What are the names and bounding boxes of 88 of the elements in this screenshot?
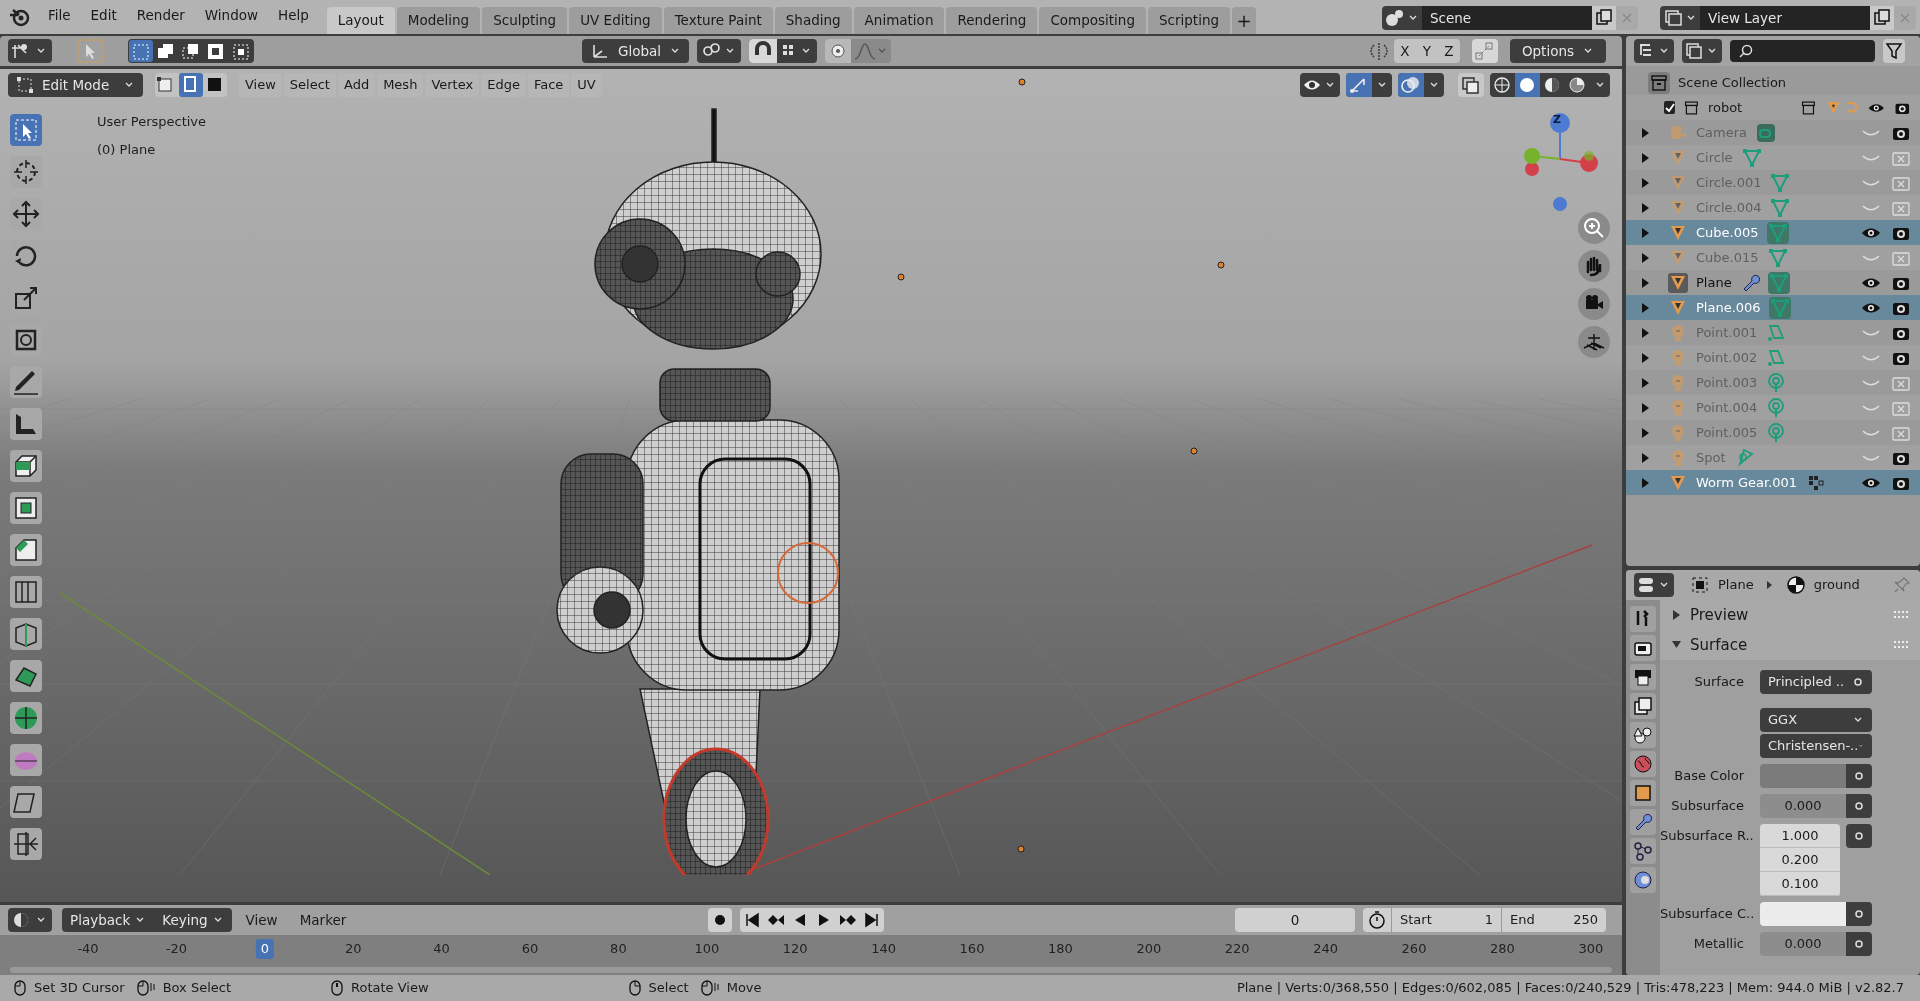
frame-number: 80: [609, 940, 628, 958]
frame-number: 300: [1577, 940, 1605, 958]
menu-button[interactable]: View: [237, 909, 286, 931]
menu-button[interactable]: Select: [283, 73, 336, 97]
frame-number: 200: [1135, 940, 1163, 958]
menu-item[interactable]: File: [38, 4, 81, 25]
field-label: Subsurface C..: [1660, 905, 1756, 923]
view-layer-field[interactable]: View Layer: [1700, 6, 1870, 30]
menu-item[interactable]: Window: [194, 4, 269, 25]
frame-number: 240: [1312, 940, 1339, 958]
start-frame-field[interactable]: Start 1: [1391, 908, 1501, 932]
gizmo-axis-label: Z: [1553, 114, 1561, 125]
scene-statistics: Plane | Verts:0/368,550 | Edges:0/602,085 | Faces:0/240,529 | Tris:478,223 | Mem: 944.0 MiB | v2.82.7: [1236, 979, 1904, 998]
workspace-tab[interactable]: Modeling: [396, 7, 481, 34]
outliner-item[interactable]: Plane: [1696, 272, 1732, 293]
outliner-item[interactable]: Cube.005: [1696, 222, 1759, 243]
menu-button[interactable]: Face: [527, 73, 570, 97]
field-label: Base Color: [1673, 767, 1745, 785]
number-field[interactable]: 0.000: [1760, 932, 1846, 956]
options-dropdown[interactable]: Options: [1509, 39, 1606, 63]
field-label: Subsurface R..: [1660, 827, 1755, 845]
status-hint: Rotate View: [351, 979, 429, 998]
workspace-tab[interactable]: Rendering: [946, 7, 1038, 34]
workspace-tab[interactable]: Compositing: [1039, 7, 1146, 34]
number-field[interactable]: 0.100: [1760, 872, 1840, 896]
frame-number: 20: [343, 940, 363, 958]
status-hint: Box Select: [162, 979, 232, 998]
menu-dropdown[interactable]: Keying: [154, 908, 232, 932]
axis-toggle[interactable]: Y: [1415, 39, 1438, 63]
menu-button[interactable]: Vertex: [425, 73, 480, 97]
current-frame-marker[interactable]: 0: [255, 939, 274, 959]
dropdown[interactable]: GGX: [1760, 708, 1872, 732]
frame-number: 160: [958, 940, 986, 958]
workspace-tab[interactable]: Shading: [774, 7, 852, 34]
status-hint: Set 3D Cursor: [34, 979, 125, 998]
field-label: Metallic: [1692, 935, 1745, 953]
frame-number: 60: [520, 940, 540, 958]
number-field[interactable]: 0.200: [1760, 848, 1840, 872]
outliner-item[interactable]: Plane.006: [1696, 297, 1761, 318]
viewport-info-text: User Perspective: [97, 113, 207, 131]
menu-button[interactable]: Marker: [291, 909, 355, 931]
workspace-tab[interactable]: Scripting: [1148, 7, 1231, 34]
menu-dropdown[interactable]: Playback: [62, 908, 155, 932]
frame-number: 100: [693, 940, 721, 958]
frame-number: 220: [1223, 940, 1251, 958]
frame-number: 40: [432, 940, 451, 958]
menu-item[interactable]: Edit: [80, 4, 127, 25]
workspace-tab[interactable]: Layout: [326, 7, 395, 34]
menu-button[interactable]: View: [239, 73, 282, 97]
shader-link-button[interactable]: Principled ..: [1760, 670, 1872, 694]
orientation-dropdown[interactable]: Global: [582, 39, 690, 63]
status-hint: Move: [726, 979, 762, 998]
frame-number: 280: [1489, 940, 1516, 958]
number-field[interactable]: 0.000: [1760, 794, 1846, 818]
workspace-tab[interactable]: Animation: [853, 7, 945, 34]
scene-field[interactable]: Scene: [1422, 6, 1592, 30]
field-label: Subsurface: [1670, 797, 1745, 815]
menu-button[interactable]: Mesh: [377, 73, 424, 97]
menu-button[interactable]: Add: [337, 73, 376, 97]
status-hint: Select: [648, 979, 689, 998]
menu-item[interactable]: Render: [126, 4, 195, 25]
menu-button[interactable]: Edge: [481, 73, 526, 97]
frame-number: 180: [1047, 940, 1074, 958]
frame-number: -40: [76, 940, 100, 958]
add-workspace-button[interactable]: +: [1232, 7, 1257, 34]
field-label: Surface: [1693, 673, 1745, 691]
menu-item[interactable]: Help: [268, 4, 319, 25]
breadcrumb-item[interactable]: ground: [1813, 575, 1860, 595]
viewport-info-text: (0) Plane: [97, 140, 157, 159]
axis-toggle[interactable]: X: [1393, 39, 1416, 63]
menu-button[interactable]: UV: [571, 73, 602, 97]
frame-number: 260: [1400, 940, 1428, 958]
workspace-tab[interactable]: Texture Paint: [663, 7, 773, 34]
number-field[interactable]: 1.000: [1760, 824, 1840, 848]
workspace-tab[interactable]: UV Editing: [569, 7, 662, 34]
panel-header[interactable]: Preview: [1660, 600, 1920, 630]
end-frame-field[interactable]: End 250: [1501, 908, 1606, 932]
frame-number: 120: [781, 940, 809, 958]
workspace-tab[interactable]: Sculpting: [482, 7, 568, 34]
frame-number: -20: [164, 940, 188, 958]
mode-dropdown[interactable]: Edit Mode: [8, 73, 143, 97]
breadcrumb-item[interactable]: Plane: [1718, 575, 1754, 595]
dropdown[interactable]: Christensen-..: [1760, 734, 1872, 758]
panel-header[interactable]: Surface: [1660, 630, 1920, 660]
outliner-item[interactable]: Scene Collection: [1678, 72, 1787, 93]
frame-number: 140: [870, 940, 897, 958]
axis-toggle[interactable]: Z: [1437, 39, 1460, 63]
current-frame-field[interactable]: 0: [1235, 908, 1355, 932]
